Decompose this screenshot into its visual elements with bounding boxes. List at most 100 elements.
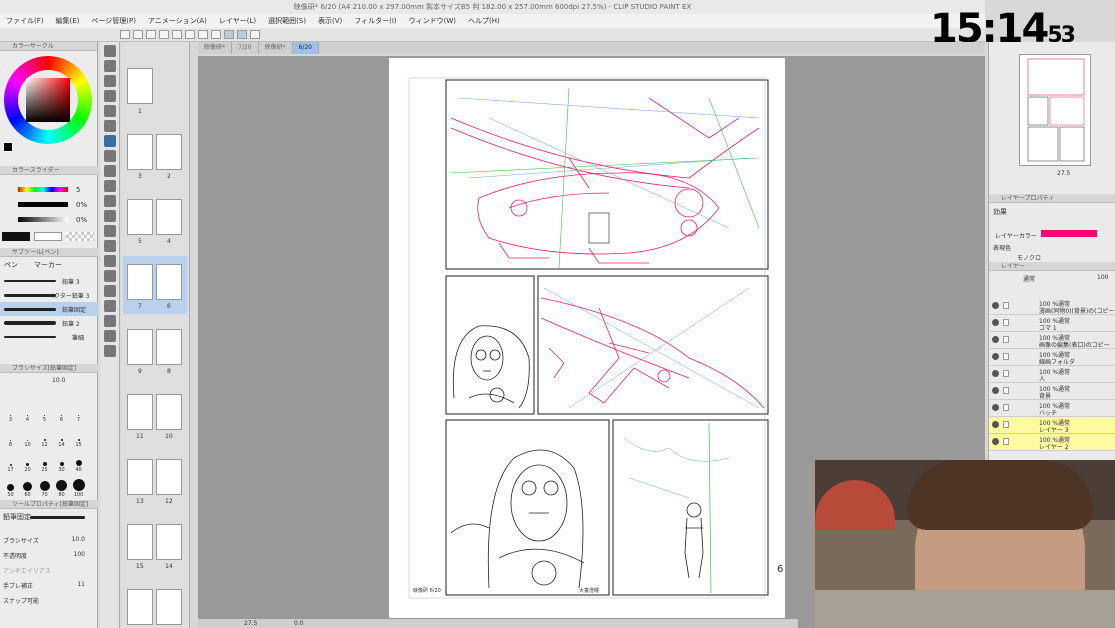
- lasso-icon[interactable]: [103, 90, 116, 102]
- menu-help[interactable]: ヘルプ(H): [468, 14, 500, 28]
- menu-window[interactable]: ウィンドウ(W): [409, 14, 456, 28]
- wand-icon[interactable]: [103, 105, 116, 117]
- correct-line-icon[interactable]: [103, 345, 116, 357]
- page-thumb[interactable]: [127, 68, 153, 104]
- brush-size-preset[interactable]: 25: [36, 450, 53, 473]
- layer-row[interactable]: 100 %通常 ハッチ: [989, 400, 1115, 417]
- save-icon[interactable]: [146, 30, 156, 39]
- tab-page-active[interactable]: 6/20: [292, 42, 319, 54]
- pen-icon[interactable]: [103, 135, 116, 147]
- page-thumb[interactable]: [156, 329, 182, 365]
- page-thumb[interactable]: [127, 264, 153, 300]
- brush-item-selected[interactable]: 鉛筆固定: [0, 302, 98, 316]
- menu-selection[interactable]: 選択範囲(S): [268, 14, 306, 28]
- tab-document[interactable]: 映像研*: [259, 42, 293, 54]
- tab-pen[interactable]: ペン: [4, 260, 18, 272]
- snap-grid-icon[interactable]: [250, 30, 260, 39]
- brush-item[interactable]: 鉛筆 3: [0, 274, 98, 288]
- page-thumb[interactable]: [156, 199, 182, 235]
- new-icon[interactable]: [120, 30, 130, 39]
- layer-row-highlighted[interactable]: 100 %通常 レイヤー 2: [989, 434, 1115, 451]
- layer-row[interactable]: 100 %通常 背景: [989, 383, 1115, 400]
- page-thumb[interactable]: [156, 524, 182, 560]
- undo-icon[interactable]: [159, 30, 169, 39]
- brush-size-preset[interactable]: 6: [53, 400, 70, 423]
- page-thumb[interactable]: [127, 329, 153, 365]
- brush-size-preset[interactable]: 40: [70, 450, 87, 473]
- brightness-slider[interactable]: [18, 217, 68, 222]
- blend-icon[interactable]: [103, 225, 116, 237]
- page-thumb[interactable]: [156, 589, 182, 625]
- brush-icon[interactable]: [103, 165, 116, 177]
- brush-item[interactable]: 筆細: [0, 330, 98, 344]
- saturation-slider[interactable]: [18, 202, 68, 207]
- tab-marker[interactable]: マーカー: [34, 260, 62, 272]
- menu-file[interactable]: ファイル(F): [6, 14, 44, 28]
- brush-size-preset[interactable]: 8: [2, 425, 19, 448]
- navigator-preview[interactable]: [1019, 54, 1091, 166]
- brush-size-preset[interactable]: 15: [70, 425, 87, 448]
- brush-size-preset[interactable]: 3: [2, 400, 19, 423]
- color-wheel[interactable]: [4, 56, 92, 144]
- open-icon[interactable]: [133, 30, 143, 39]
- airbrush-icon[interactable]: [103, 180, 116, 192]
- redo-icon[interactable]: [172, 30, 182, 39]
- page-thumb[interactable]: [127, 524, 153, 560]
- layer-row[interactable]: 100 %通常 コマ 1: [989, 315, 1115, 332]
- menu-layer[interactable]: レイヤー(L): [219, 14, 256, 28]
- move-icon[interactable]: [103, 60, 116, 72]
- prop-row[interactable]: 手ブレ補正 11: [3, 581, 93, 596]
- layer-row[interactable]: 100 %通常 画像の編集(表口)のコピー: [989, 332, 1115, 349]
- brush-size-preset[interactable]: 80: [53, 475, 70, 498]
- saturation-square[interactable]: [26, 78, 70, 122]
- pencil-icon[interactable]: [103, 150, 116, 162]
- clear-icon[interactable]: [185, 30, 195, 39]
- brush-size-preset[interactable]: 70: [36, 475, 53, 498]
- brush-size-preset[interactable]: 12: [36, 425, 53, 448]
- ruler-icon[interactable]: [103, 300, 116, 312]
- page-thumb[interactable]: [156, 134, 182, 170]
- eyedropper-icon[interactable]: [103, 120, 116, 132]
- page-thumb[interactable]: [156, 459, 182, 495]
- page-thumb[interactable]: [127, 394, 153, 430]
- brush-item[interactable]: 鉛筆 2: [0, 316, 98, 330]
- text-icon[interactable]: [103, 315, 116, 327]
- brush-size-preset[interactable]: 17: [2, 450, 19, 473]
- brush-size-preset[interactable]: 20: [19, 450, 36, 473]
- display-color-value[interactable]: モノクロ: [1017, 253, 1041, 262]
- navigator-zoom[interactable]: 27.5: [1057, 170, 1070, 177]
- prop-row[interactable]: スナップ可能: [3, 596, 93, 611]
- decoration-icon[interactable]: [103, 195, 116, 207]
- frame-icon[interactable]: [103, 285, 116, 297]
- menu-page[interactable]: ページ管理(P): [91, 14, 136, 28]
- transform-icon[interactable]: [211, 30, 221, 39]
- snap-icon[interactable]: [224, 30, 234, 39]
- zoom-icon[interactable]: [103, 45, 116, 57]
- color-swatch-white[interactable]: [34, 232, 62, 241]
- layer-color-swatch[interactable]: [1041, 230, 1097, 237]
- balloon-icon[interactable]: [103, 330, 116, 342]
- gradient-icon[interactable]: [103, 255, 116, 267]
- layer-row[interactable]: 100 %通常 漫画(同物0)(背景)の(コピー: [989, 298, 1115, 315]
- menu-animation[interactable]: アニメーション(A): [148, 14, 207, 28]
- fill-tool-icon[interactable]: [103, 240, 116, 252]
- main-color-swatch[interactable]: [3, 142, 13, 152]
- page-thumb[interactable]: [156, 394, 182, 430]
- tab-page[interactable]: 7/20: [232, 42, 259, 54]
- menu-edit[interactable]: 編集(E): [56, 14, 80, 28]
- figure-icon[interactable]: [103, 270, 116, 282]
- zoom-readout[interactable]: 27.5: [244, 619, 257, 628]
- color-swatch-black[interactable]: [2, 232, 30, 241]
- brush-size-preset[interactable]: 50: [2, 475, 19, 498]
- layer-folder[interactable]: 100 %通常 線画フォルダ: [989, 349, 1115, 366]
- brush-size-preset[interactable]: 60: [19, 475, 36, 498]
- blend-mode-select[interactable]: 通常: [1023, 274, 1035, 283]
- page-thumb[interactable]: [127, 134, 153, 170]
- page-thumb[interactable]: [127, 589, 153, 625]
- eraser-icon[interactable]: [103, 210, 116, 222]
- prop-row[interactable]: ブラシサイズ 10.0: [3, 536, 93, 551]
- prop-row[interactable]: 不透明度 100: [3, 551, 93, 566]
- page-thumb[interactable]: [127, 459, 153, 495]
- brush-size-preset[interactable]: 30: [53, 450, 70, 473]
- menu-view[interactable]: 表示(V): [318, 14, 342, 28]
